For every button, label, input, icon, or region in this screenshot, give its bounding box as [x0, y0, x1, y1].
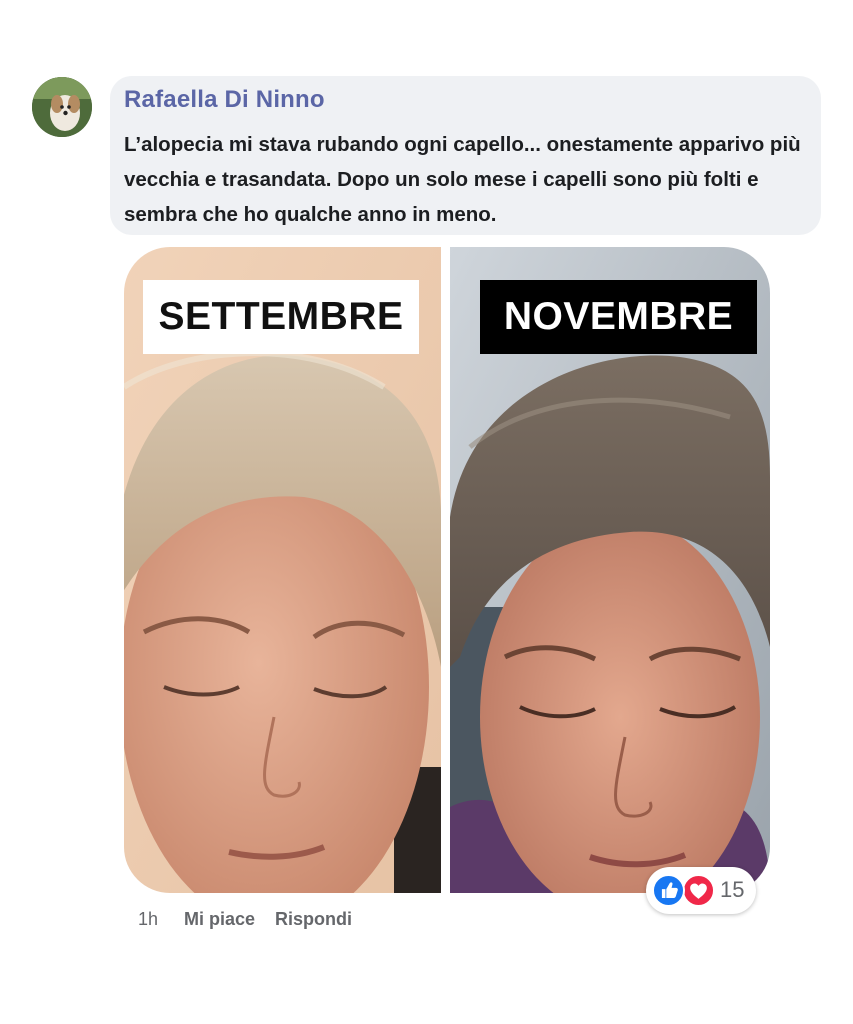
after-photo-panel: NOVEMBRE [450, 247, 770, 893]
comment-text: L’alopecia mi stava rubando ogni capello… [124, 133, 801, 226]
like-icon [652, 874, 685, 907]
love-icon [682, 874, 715, 907]
comment-timestamp[interactable]: 1h [138, 909, 158, 930]
before-photo-panel: SETTEMBRE [124, 247, 441, 893]
reaction-count: 15 [720, 877, 745, 902]
reply-button[interactable]: Rispondi [275, 909, 352, 930]
before-label: SETTEMBRE [143, 280, 419, 354]
after-label: NOVEMBRE [480, 280, 757, 354]
reaction-summary[interactable]: 15 [646, 867, 756, 914]
like-button[interactable]: Mi piace [184, 909, 255, 930]
comment-bubble: Rafaella Di Ninno L’alopecia mi stava ru… [110, 76, 821, 235]
comment-author[interactable]: Rafaella Di Ninno [124, 86, 325, 114]
avatar-dog-photo [32, 77, 92, 137]
before-after-photo[interactable]: SETTEMBRE NOVEMBRE [124, 247, 770, 893]
avatar[interactable] [32, 77, 92, 137]
